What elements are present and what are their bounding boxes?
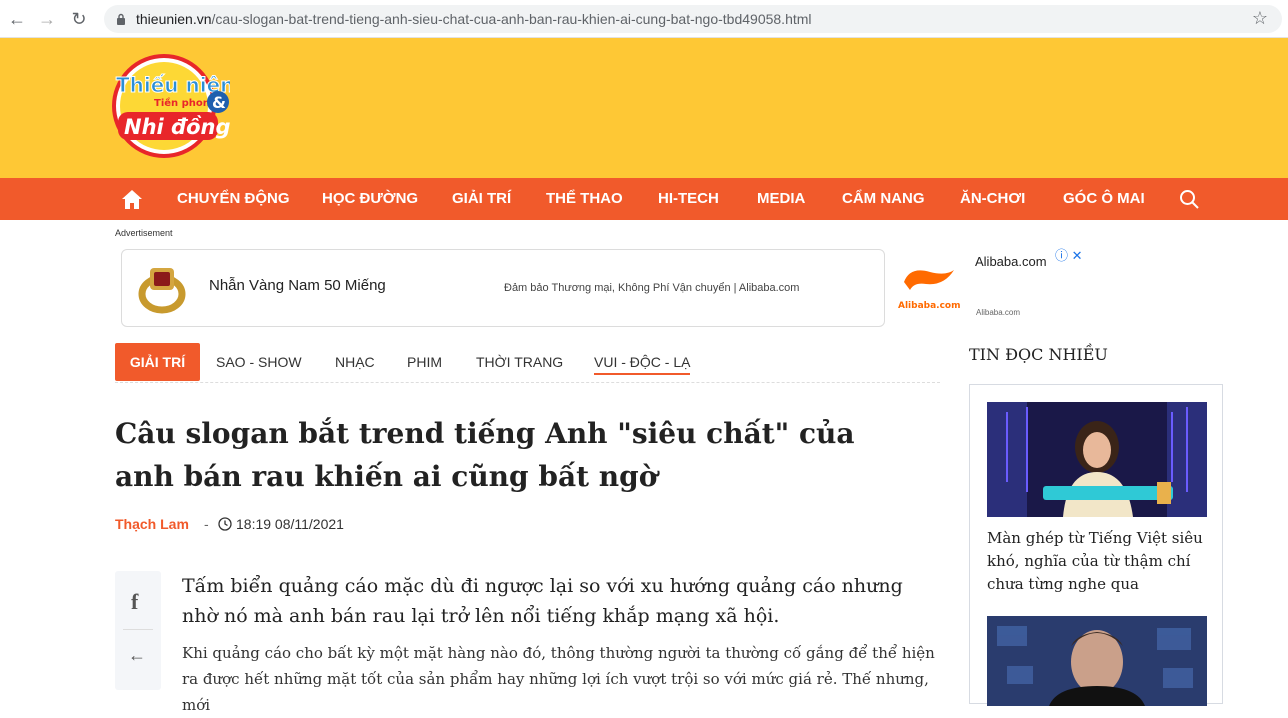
address-bar[interactable]: thieunien.vn/cau-slogan-bat-trend-tieng-… [104,5,1282,33]
sidebar-heading: TIN ĐỌC NHIỀU [969,345,1108,364]
forward-arrow-icon[interactable]: → [36,8,58,30]
facebook-share-icon[interactable]: f [131,589,138,615]
article-author[interactable]: Thạch Lam [115,516,189,532]
logo-text-bottom: Nhi đồng [124,115,230,139]
search-icon[interactable] [1179,189,1200,210]
share-bar: f ← [115,571,161,690]
subnav-item-phim[interactable]: PHIM [407,354,442,370]
url-text: thieunien.vn/cau-slogan-bat-trend-tieng-… [136,11,812,27]
nav-item-an-choi[interactable]: ĂN-CHƠI [960,190,1025,207]
main-nav: CHUYỂN ĐỘNG HỌC ĐƯỜNG GIẢI TRÍ THỂ THAO … [0,178,1288,220]
nav-item-cam-nang[interactable]: CẨM NANG [842,190,925,207]
back-arrow-icon[interactable]: ← [128,645,146,666]
ring-product-image [138,268,186,314]
alibaba-logo[interactable]: Alibaba.com [896,262,964,312]
nav-item-giai-tri[interactable]: GIẢI TRÍ [452,190,511,207]
clock-icon [218,517,232,531]
nav-item-the-thao[interactable]: THỂ THAO [546,190,623,207]
subnav-item-sao-show[interactable]: SAO - SHOW [216,354,302,370]
subnav-item-thoi-trang[interactable]: THỜI TRANG [476,354,563,370]
nav-item-chuyen-dong[interactable]: CHUYỂN ĐỘNG [177,190,290,207]
url-domain: thieunien.vn [136,11,212,27]
ad-description: Đảm bảo Thương mại, Không Phí Vận chuyển… [504,282,800,294]
ad-brand-name[interactable]: Alibaba.com [975,254,1047,269]
site-logo[interactable]: Thiếu niên Tiền phong Nhi đồng & [112,50,230,160]
alibaba-logo-text: Alibaba.com [898,301,960,311]
ad-label: Advertisement [115,228,173,238]
article-sapo: Tấm biển quảng cáo mặc dù đi ngược lại s… [182,575,903,627]
nav-item-hi-tech[interactable]: HI-TECH [658,190,719,207]
lock-icon [117,13,125,25]
reload-icon[interactable]: ↻ [68,8,90,30]
article-body: Khi quảng cáo cho bất kỳ một mặt hàng nà… [182,644,935,714]
back-arrow-icon[interactable]: ← [6,8,28,30]
home-icon[interactable] [121,188,143,210]
subnav-item-vui-doc-la[interactable]: VUI - ĐỘC - LẠ [594,354,691,375]
sidebar-item-caption[interactable]: Màn ghép từ Tiếng Việt siêu khó, nghĩa c… [987,527,1207,596]
nav-item-media[interactable]: MEDIA [757,190,805,207]
browser-toolbar: ← → ↻ thieunien.vn/cau-slogan-bat-trend-… [0,0,1288,38]
svg-text:&: & [212,93,226,112]
ad-banner[interactable]: Nhẫn Vàng Nam 50 Miếng Đảm bảo Thương mạ… [121,249,885,327]
article-time: 18:19 08/11/2021 [236,516,344,532]
most-read-box: Màn ghép từ Tiếng Việt siêu khó, nghĩa c… [969,384,1223,706]
bookmark-star-icon[interactable]: ☆ [1252,8,1268,29]
subnav-active-giai-tri[interactable]: GIẢI TRÍ [115,343,200,381]
meta-separator: - [204,516,209,532]
share-divider [123,629,153,630]
sidebar-thumbnail-2[interactable] [987,616,1207,706]
article-title: Câu slogan bắt trend tiếng Anh "siêu chấ… [115,417,855,493]
nav-item-hoc-duong[interactable]: HỌC ĐƯỜNG [322,190,418,207]
category-subnav: GIẢI TRÍ SAO - SHOW NHẠC PHIM THỜI TRANG… [115,343,940,383]
subnav-item-nhac[interactable]: NHẠC [335,354,375,370]
nav-item-goc-o-mai[interactable]: GÓC Ô MAI [1063,190,1145,207]
ad-title[interactable]: Nhẫn Vàng Nam 50 Miếng [209,277,386,294]
url-path: /cau-slogan-bat-trend-tieng-anh-sieu-cha… [211,11,812,27]
sidebar-thumbnail-1[interactable] [987,402,1207,517]
adchoices-info-close-icon[interactable]: ⓘ ✕ [1055,245,1085,263]
site-header: Thiếu niên Tiền phong Nhi đồng & [0,38,1288,178]
ad-brand-url: Alibaba.com [976,308,1021,317]
